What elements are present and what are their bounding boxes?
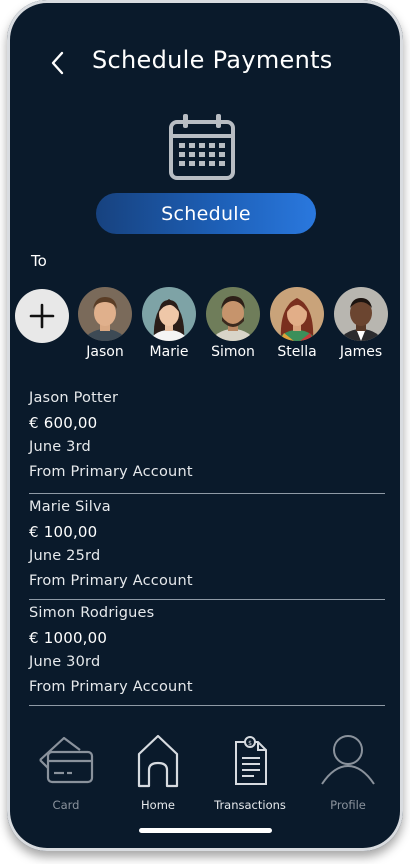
to-label: To [31,252,47,270]
payment-amount: € 100,00 [29,522,98,541]
add-contact-button[interactable] [15,289,69,343]
contact-james[interactable]: James [332,287,390,360]
phone-frame: Schedule Payments Schedule To Jason Mari… [7,0,403,851]
contact-jason[interactable]: Jason [76,287,134,360]
profile-icon [321,735,375,785]
payment-account: From Primary Account [29,463,193,480]
payment-account: From Primary Account [29,572,193,589]
calendar-icon [169,114,235,180]
contact-name: James [339,344,383,360]
payment-date: June 25rd [29,548,101,564]
payment-account: From Primary Account [29,678,193,695]
payment-amount: € 1000,00 [29,628,108,647]
payment-recipient: Simon Rodrigues [29,605,155,621]
plus-icon [29,303,55,329]
nav-transactions[interactable]: $ Transactions [205,730,295,812]
chevron-left-icon [51,51,64,75]
svg-text:$: $ [248,740,252,747]
nav-label: Profile [330,798,366,812]
contact-marie[interactable]: Marie [140,287,198,360]
list-item[interactable]: Simon Rodrigues € 1000,00 June 30rd From… [29,600,385,706]
list-item[interactable]: Marie Silva € 100,00 June 25rd From Prim… [29,494,385,600]
payment-date: June 30rd [29,654,101,670]
list-item[interactable]: Jason Potter € 600,00 June 3rd From Prim… [29,388,385,494]
contact-simon[interactable]: Simon [204,287,262,360]
scheduled-payments-list: Jason Potter € 600,00 June 3rd From Prim… [29,388,385,706]
contact-name: Stella [277,344,317,360]
payment-recipient: Jason Potter [29,390,119,406]
home-icon [137,734,179,788]
bottom-navigation: Card Home $ Transactions Profile [7,730,403,820]
payment-date: June 3rd [29,439,91,455]
page-title: Schedule Payments [92,46,333,74]
avatar [270,287,324,341]
contact-stella[interactable]: Stella [268,287,326,360]
avatar [142,287,196,341]
schedule-button[interactable]: Schedule [96,193,316,234]
payment-recipient: Marie Silva [29,499,111,515]
contact-name: Simon [211,344,255,360]
nav-profile[interactable]: Profile [303,730,393,812]
payment-amount: € 600,00 [29,413,98,432]
card-icon [39,736,94,784]
contact-name: Jason [86,344,124,360]
nav-home[interactable]: Home [113,730,203,812]
nav-label: Transactions [214,798,286,812]
nav-card[interactable]: Card [21,730,111,812]
back-button[interactable] [43,48,73,78]
nav-label: Home [141,798,175,812]
nav-label: Card [52,798,80,812]
receipt-icon: $ [235,736,267,785]
home-indicator[interactable] [139,828,272,833]
contact-list: Jason Marie Simon Stella James [7,287,403,362]
avatar [78,287,132,341]
schedule-payments-screen: Schedule Payments Schedule To Jason Mari… [7,0,403,851]
avatar [206,287,260,341]
contact-name: Marie [149,344,189,360]
avatar [334,287,388,341]
